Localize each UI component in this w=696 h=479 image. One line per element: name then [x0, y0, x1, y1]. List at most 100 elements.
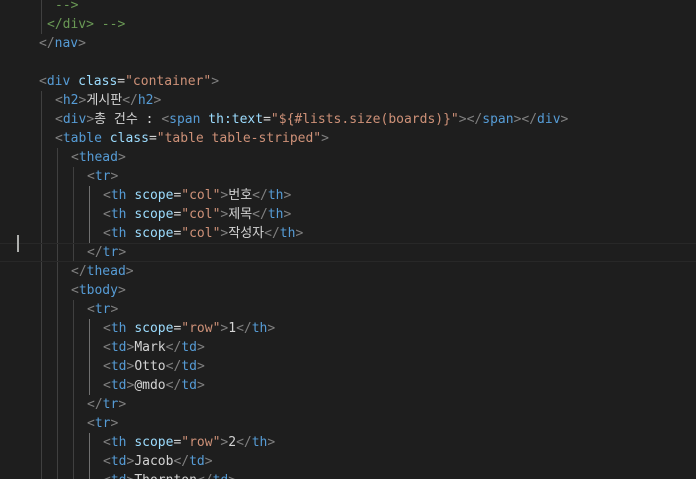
- code-line[interactable]: <td>Mark</td>: [0, 338, 696, 357]
- code-line[interactable]: <tr>: [0, 167, 696, 186]
- code-token: </: [466, 112, 483, 127]
- code-line[interactable]: <th scope="col">작성자</th>: [0, 224, 696, 243]
- code-token: <: [87, 169, 95, 184]
- code-token: th:text: [208, 112, 264, 127]
- code-token: th: [110, 207, 127, 222]
- code-text: <tr>: [87, 414, 118, 433]
- code-line[interactable]: </nav>: [0, 34, 696, 53]
- code-token: >: [86, 112, 95, 127]
- code-line[interactable]: <td>Otto</td>: [0, 357, 696, 376]
- code-token: th: [279, 226, 296, 241]
- code-line[interactable]: [0, 53, 696, 72]
- code-token: tr: [94, 416, 111, 431]
- code-token: >: [125, 264, 134, 279]
- code-token: td: [110, 359, 127, 374]
- code-token: <: [103, 340, 111, 355]
- code-token: </div> -->: [47, 17, 126, 32]
- code-token: class: [109, 131, 149, 146]
- code-token: thead: [86, 264, 126, 279]
- code-line[interactable]: <tr>: [0, 414, 696, 433]
- code-text: <tbody>: [71, 281, 126, 300]
- code-text: </tr>: [87, 395, 126, 414]
- code-line[interactable]: </div> -->: [0, 15, 696, 34]
- code-token: >: [110, 169, 119, 184]
- code-token: scope: [134, 226, 174, 241]
- code-token: td: [110, 454, 127, 469]
- code-line[interactable]: <th scope="row">2</th>: [0, 433, 696, 452]
- code-token: td: [181, 359, 197, 374]
- code-token: td: [213, 473, 229, 479]
- code-token: Jacob: [134, 454, 174, 469]
- code-line[interactable]: <td>Jacob</td>: [0, 452, 696, 471]
- code-line[interactable]: </thead>: [0, 262, 696, 281]
- code-line[interactable]: </tr>: [0, 243, 696, 262]
- code-text: </nav>: [39, 34, 86, 53]
- code-line[interactable]: -->: [0, 0, 696, 15]
- code-text: <div>총 건수 : <span th:text="${#lists.size…: [55, 110, 568, 129]
- code-line[interactable]: <tbody>: [0, 281, 696, 300]
- code-token: </: [252, 207, 268, 222]
- code-line[interactable]: <th scope="col">번호</th>: [0, 186, 696, 205]
- code-token: "col": [181, 188, 221, 203]
- code-token: th: [267, 188, 284, 203]
- code-token: <: [71, 283, 79, 298]
- code-editor[interactable]: --> </div> --> </nav> <div class="container…: [0, 0, 696, 479]
- code-token: <: [87, 416, 95, 431]
- code-token: <: [87, 302, 95, 317]
- code-token: </: [252, 188, 268, 203]
- code-token: td: [181, 378, 197, 393]
- code-token: thead: [78, 150, 118, 165]
- code-token: 제목: [228, 207, 253, 222]
- code-text: <th scope="col">작성자</th>: [103, 224, 303, 243]
- code-token: >: [560, 112, 569, 127]
- code-token: >: [267, 435, 276, 450]
- code-token: >: [117, 150, 126, 165]
- code-line[interactable]: <td>@mdo</td>: [0, 376, 696, 395]
- code-token: </: [87, 397, 103, 412]
- code-line[interactable]: <tr>: [0, 300, 696, 319]
- code-token: scope: [134, 321, 174, 336]
- code-text: <tr>: [87, 300, 118, 319]
- code-token: tbody: [78, 283, 118, 298]
- code-text: <td>Jacob</td>: [103, 452, 213, 471]
- code-token: tr: [102, 245, 119, 260]
- code-token: div: [62, 112, 87, 127]
- code-text: <thead>: [71, 148, 126, 167]
- code-token: </: [87, 245, 103, 260]
- code-token: nav: [54, 36, 79, 51]
- code-token: <: [103, 435, 111, 450]
- code-line[interactable]: <th scope="col">제목</th>: [0, 205, 696, 224]
- code-token: Otto: [134, 359, 166, 374]
- code-token: >: [283, 207, 292, 222]
- code-token: >: [321, 131, 329, 146]
- code-token: </: [165, 378, 182, 393]
- code-line[interactable]: </tr>: [0, 395, 696, 414]
- code-token: </: [39, 36, 55, 51]
- code-token: th: [110, 435, 127, 450]
- code-token: <: [55, 131, 63, 146]
- code-text: <h2>게시판</h2>: [55, 91, 161, 110]
- code-text: <td>@mdo</td>: [103, 376, 205, 395]
- code-token: </: [521, 112, 538, 127]
- code-token: <: [103, 321, 111, 336]
- code-token: </: [165, 359, 182, 374]
- code-token: td: [181, 340, 197, 355]
- code-token: </: [71, 264, 87, 279]
- code-text: <td>Otto</td>: [103, 357, 205, 376]
- code-line[interactable]: <div>총 건수 : <span th:text="${#lists.size…: [0, 110, 696, 129]
- code-token: h2: [62, 93, 79, 108]
- code-line[interactable]: <div class="container">: [0, 72, 696, 91]
- code-token: >: [196, 340, 205, 355]
- code-line[interactable]: <h2>게시판</h2>: [0, 91, 696, 110]
- code-line[interactable]: <thead>: [0, 148, 696, 167]
- code-token: >: [117, 283, 126, 298]
- code-token: "col": [181, 226, 221, 241]
- code-line[interactable]: <th scope="row">1</th>: [0, 319, 696, 338]
- code-token: scope: [134, 435, 174, 450]
- code-token: 2: [228, 435, 237, 450]
- code-line[interactable]: <table class="table table-striped">: [0, 129, 696, 148]
- code-token: >: [78, 36, 86, 51]
- code-token: "${#lists.size(boards)}": [270, 112, 459, 127]
- code-line[interactable]: <td>Thornton</td>: [0, 471, 696, 479]
